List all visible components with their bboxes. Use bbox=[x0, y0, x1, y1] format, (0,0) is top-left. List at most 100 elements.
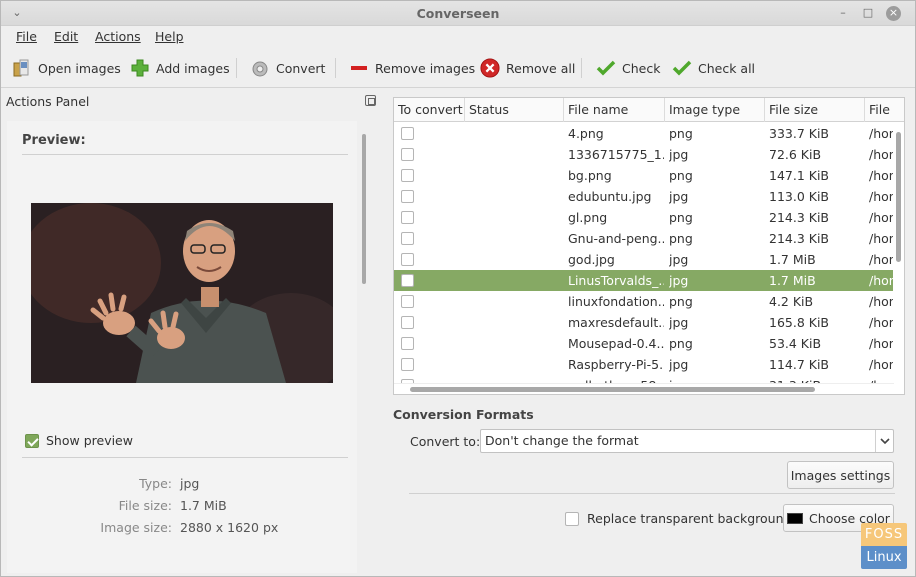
column-file-name[interactable]: File name bbox=[564, 98, 665, 122]
replace-transparent-toggle[interactable]: Replace transparent background bbox=[565, 511, 791, 526]
preview-section: Preview: Show preview Type: jpg File siz… bbox=[7, 121, 357, 573]
menu-edit[interactable]: Edit bbox=[54, 29, 78, 44]
file-name-cell: Gnu-and-peng... bbox=[568, 231, 664, 246]
file-size-cell: 1.7 MiB bbox=[769, 252, 816, 267]
table-row[interactable]: Raspberry-Pi-5... jpg 114.7 KiB/hon bbox=[394, 354, 897, 375]
table-row[interactable]: linuxfondation... png 4.2 KiB/hon bbox=[394, 291, 897, 312]
chevron-down-icon[interactable] bbox=[875, 430, 893, 452]
file-size-cell: 72.6 KiB bbox=[769, 147, 822, 162]
row-checkbox[interactable] bbox=[401, 127, 414, 140]
divider bbox=[409, 493, 895, 494]
divider bbox=[22, 457, 348, 458]
menu-actions[interactable]: Actions bbox=[95, 29, 141, 44]
row-checkbox[interactable] bbox=[401, 169, 414, 182]
images-settings-button[interactable]: Images settings bbox=[787, 461, 894, 489]
float-panel-icon[interactable] bbox=[365, 95, 376, 106]
format-select[interactable]: Don't change the format bbox=[480, 429, 894, 453]
row-checkbox[interactable] bbox=[401, 295, 414, 308]
show-preview-toggle[interactable]: Show preview bbox=[25, 433, 133, 448]
table-row[interactable]: 1336715775_1....jpg72.6 KiB/hon bbox=[394, 144, 897, 165]
remove-icon bbox=[349, 58, 369, 78]
row-checkbox[interactable] bbox=[401, 211, 414, 224]
preview-image bbox=[31, 203, 333, 383]
toolbar-separator bbox=[581, 58, 582, 78]
file-name-cell: god.jpg bbox=[568, 252, 615, 267]
converseen-window: ⌄ Converseen – □ × File Edit Actions Hel… bbox=[0, 0, 916, 577]
add-images-button[interactable]: Add images bbox=[130, 56, 230, 80]
table-row[interactable]: LinusTorvalds_... jpg 1.7 MiB/hon bbox=[394, 270, 897, 291]
column-file-path[interactable]: File bbox=[865, 98, 904, 122]
open-images-icon bbox=[12, 58, 32, 78]
menu-file[interactable]: File bbox=[16, 29, 37, 44]
actions-panel-title: Actions Panel bbox=[6, 94, 90, 109]
close-icon[interactable]: × bbox=[886, 6, 901, 21]
table-header: To convert Status File name Image type F… bbox=[394, 98, 904, 122]
column-file-size[interactable]: File size bbox=[765, 98, 865, 122]
file-size-cell: 214.3 KiB bbox=[769, 210, 830, 225]
check-all-button[interactable]: Check all bbox=[672, 56, 755, 80]
column-image-type[interactable]: Image type bbox=[665, 98, 765, 122]
show-preview-checkbox[interactable] bbox=[25, 433, 39, 448]
convert-button[interactable]: Convert bbox=[250, 56, 325, 80]
window-title: Converseen bbox=[416, 6, 500, 21]
image-type-cell: png bbox=[669, 231, 693, 246]
row-checkbox[interactable] bbox=[401, 148, 414, 161]
replace-transparent-checkbox[interactable] bbox=[565, 511, 579, 526]
conversion-formats-title: Conversion Formats bbox=[393, 407, 534, 422]
check-button[interactable]: Check bbox=[596, 56, 660, 80]
remove-all-button[interactable]: Remove all bbox=[480, 56, 575, 80]
file-name-cell: maxresdefault.... bbox=[568, 315, 664, 330]
row-checkbox[interactable] bbox=[401, 337, 414, 350]
minimize-icon[interactable]: – bbox=[835, 5, 851, 21]
file-size-cell: 333.7 KiB bbox=[769, 126, 830, 141]
table-row[interactable]: 4.png png 333.7 KiB/hon bbox=[394, 123, 897, 144]
file-name-cell: Raspberry-Pi-5... bbox=[568, 357, 664, 372]
row-checkbox[interactable] bbox=[401, 358, 414, 371]
table-row[interactable]: bg.png png 147.1 KiB/hon bbox=[394, 165, 897, 186]
file-size-cell: 53.4 KiB bbox=[769, 336, 822, 351]
title-bar: ⌄ Converseen – □ × bbox=[1, 1, 915, 26]
column-status[interactable]: Status bbox=[465, 98, 564, 122]
info-filesize-row: File size: 1.7 MiB bbox=[118, 498, 227, 513]
row-checkbox[interactable] bbox=[401, 316, 414, 329]
file-size-cell: 113.0 KiB bbox=[769, 189, 830, 204]
image-type-cell: png bbox=[669, 210, 693, 225]
column-to-convert[interactable]: To convert bbox=[394, 98, 465, 122]
file-name-cell: 4.png bbox=[568, 126, 604, 141]
table-horizontal-scrollbar[interactable] bbox=[394, 383, 894, 394]
menu-help[interactable]: Help bbox=[155, 29, 184, 44]
table-row[interactable]: gl.png png 214.3 KiB/hon bbox=[394, 207, 897, 228]
table-row[interactable]: Mousepad-0.4.... png 53.4 KiB/hon bbox=[394, 333, 897, 354]
add-icon bbox=[130, 58, 150, 78]
row-checkbox[interactable] bbox=[401, 274, 414, 287]
table-row[interactable]: god.jpg jpg 1.7 MiB/hon bbox=[394, 249, 897, 270]
table-row[interactable]: edubuntu.jpg jpg 113.0 KiB/hon bbox=[394, 186, 897, 207]
main-panel: To convert Status File name Image type F… bbox=[391, 89, 915, 577]
image-type-cell: jpg bbox=[669, 252, 689, 267]
table-row[interactable]: maxresdefault.... jpg 165.8 KiB/hon bbox=[394, 312, 897, 333]
toolbar-separator bbox=[236, 58, 237, 78]
file-name-cell: Mousepad-0.4.... bbox=[568, 336, 664, 351]
row-checkbox[interactable] bbox=[401, 253, 414, 266]
file-name-cell: 1336715775_1.... bbox=[568, 147, 664, 162]
cancel-circle-icon bbox=[480, 58, 500, 78]
actions-panel: Actions Panel Preview: Show preview Type… bbox=[1, 89, 381, 577]
gear-icon bbox=[250, 58, 270, 78]
table-vertical-scrollbar[interactable] bbox=[893, 122, 904, 394]
file-size-cell: 165.8 KiB bbox=[769, 315, 830, 330]
file-size-cell: 1.7 MiB bbox=[769, 273, 816, 288]
row-checkbox[interactable] bbox=[401, 190, 414, 203]
divider bbox=[22, 154, 348, 155]
preview-scrollbar[interactable] bbox=[360, 124, 368, 574]
table-row[interactable]: Gnu-and-peng... png 214.3 KiB/hon bbox=[394, 228, 897, 249]
check-icon bbox=[596, 58, 616, 78]
image-type-cell: png bbox=[669, 126, 693, 141]
row-checkbox[interactable] bbox=[401, 232, 414, 245]
remove-images-button[interactable]: Remove images bbox=[349, 56, 475, 80]
file-name-cell: edubuntu.jpg bbox=[568, 189, 652, 204]
file-size-cell: 214.3 KiB bbox=[769, 231, 830, 246]
maximize-icon[interactable]: □ bbox=[860, 5, 876, 21]
open-images-button[interactable]: Open images bbox=[12, 56, 121, 80]
convert-to-label: Convert to: bbox=[410, 434, 481, 449]
menu-bar: File Edit Actions Help bbox=[1, 26, 915, 48]
